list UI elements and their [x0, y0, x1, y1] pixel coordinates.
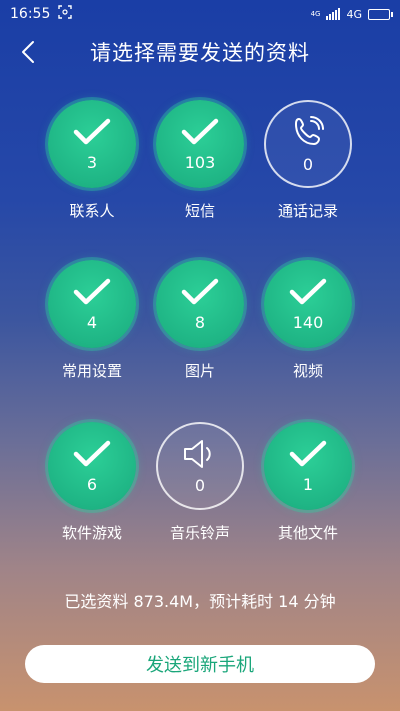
item-photos[interactable]: 8 图片 — [145, 260, 255, 400]
item-label: 音乐铃声 — [169, 524, 230, 542]
network-type: 4G — [346, 7, 362, 21]
item-toggle[interactable]: 0 — [156, 422, 244, 510]
item-count: 4 — [86, 312, 98, 332]
item-label: 联系人 — [69, 202, 115, 220]
item-toggle[interactable]: 1 — [264, 422, 352, 510]
item-count: 6 — [86, 474, 98, 494]
item-other-files[interactable]: 1 其他文件 — [253, 422, 363, 562]
item-count: 1 — [302, 474, 314, 494]
item-toggle[interactable]: 3 — [48, 100, 136, 188]
header: 请选择需要发送的资料 — [0, 30, 400, 74]
item-count: 0 — [302, 154, 314, 174]
item-count: 140 — [292, 312, 324, 332]
battery-icon — [368, 8, 393, 20]
send-to-new-phone-button[interactable]: 发送到新手机 — [25, 645, 375, 683]
signal-icon — [326, 8, 341, 20]
item-label: 常用设置 — [61, 362, 122, 380]
screenshot-icon — [58, 5, 73, 23]
item-label: 短信 — [184, 202, 215, 220]
item-toggle[interactable]: 140 — [264, 260, 352, 348]
status-bar: 16:55 4G 4G — [0, 0, 400, 28]
check-icon — [73, 278, 111, 304]
check-icon — [181, 118, 219, 144]
check-icon — [289, 440, 327, 466]
check-icon — [181, 278, 219, 304]
status-time: 16:55 — [10, 6, 51, 22]
item-count: 8 — [194, 312, 206, 332]
item-toggle[interactable]: 8 — [156, 260, 244, 348]
selection-summary: 已选资料 873.4M，预计耗时 14 分钟 — [64, 592, 336, 611]
item-label: 图片 — [184, 362, 215, 380]
item-label: 视频 — [292, 362, 323, 380]
item-label: 其他文件 — [277, 524, 338, 542]
check-icon — [73, 440, 111, 466]
signal-small-label: 4G — [310, 10, 321, 18]
check-icon — [289, 278, 327, 304]
item-apps-games[interactable]: 6 软件游戏 — [37, 422, 147, 562]
check-icon — [73, 118, 111, 144]
item-count: 103 — [184, 152, 216, 172]
item-call-log[interactable]: 0 通话记录 — [253, 100, 363, 240]
chevron-left-icon — [22, 41, 34, 63]
phone-icon — [295, 115, 324, 145]
page-title: 请选择需要发送的资料 — [90, 41, 310, 65]
item-label: 通话记录 — [277, 202, 338, 220]
item-music-ringtones[interactable]: 0 音乐铃声 — [145, 422, 255, 562]
item-sms[interactable]: 103 短信 — [145, 100, 255, 240]
item-label: 软件游戏 — [61, 524, 122, 542]
item-settings[interactable]: 4 常用设置 — [37, 260, 147, 400]
item-count: 3 — [86, 152, 98, 172]
item-toggle[interactable]: 0 — [264, 100, 352, 188]
item-toggle[interactable]: 4 — [48, 260, 136, 348]
item-toggle[interactable]: 6 — [48, 422, 136, 510]
back-button[interactable] — [10, 34, 46, 70]
speaker-icon — [184, 439, 211, 468]
item-count: 0 — [194, 475, 206, 495]
item-toggle[interactable]: 103 — [156, 100, 244, 188]
item-videos[interactable]: 140 视频 — [253, 260, 363, 400]
item-contacts[interactable]: 3 联系人 — [37, 100, 147, 240]
